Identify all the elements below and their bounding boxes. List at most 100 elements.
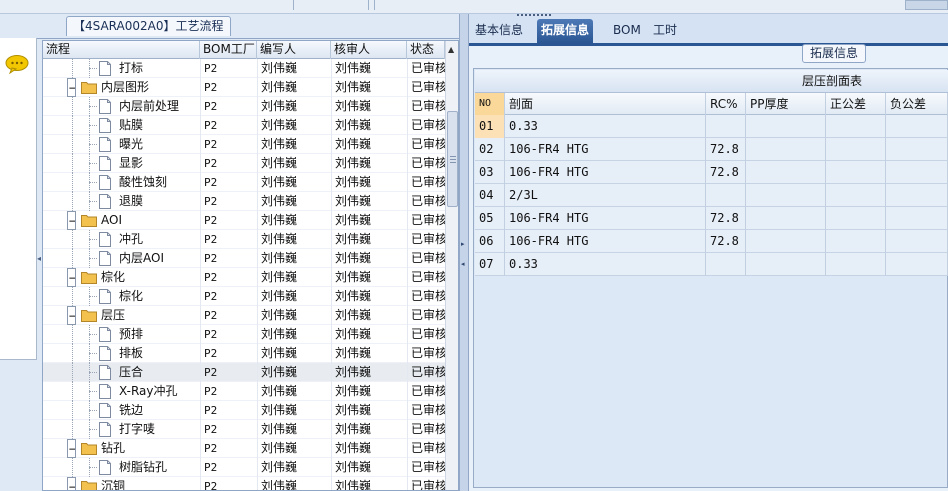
tree-row[interactable]: 排板 P2 刘伟巍 刘伟巍 已审核	[43, 344, 445, 363]
row-number-cell[interactable]: 04	[475, 184, 505, 207]
col-header-rc[interactable]: RC%	[706, 93, 746, 115]
process-grid-scrollbar[interactable]: ▲	[445, 41, 458, 490]
scroll-thumb[interactable]	[447, 111, 458, 207]
tree-row[interactable]: 曝光 P2 刘伟巍 刘伟巍 已审核	[43, 135, 445, 154]
negative-tolerance-cell[interactable]	[886, 161, 948, 184]
profile-cell[interactable]: 106-FR4 HTG	[505, 138, 706, 161]
negative-tolerance-cell[interactable]	[886, 138, 948, 161]
collapse-toggle-icon[interactable]: −	[67, 268, 76, 287]
rc-percent-cell[interactable]: 72.8	[706, 230, 746, 253]
rc-percent-cell[interactable]: 72.8	[706, 207, 746, 230]
tree-row[interactable]: 铣边 P2 刘伟巍 刘伟巍 已审核	[43, 401, 445, 420]
tree-row[interactable]: 棕化 P2 刘伟巍 刘伟巍 已审核	[43, 287, 445, 306]
col-header-pp-thickness[interactable]: PP厚度	[746, 93, 826, 115]
tree-row[interactable]: −AOIP2刘伟巍刘伟巍已审核	[43, 211, 445, 230]
process-pane-title[interactable]: 【4SARA002A0】工艺流程	[66, 16, 231, 36]
rc-percent-cell[interactable]	[706, 115, 746, 138]
drag-handle-icon[interactable]	[517, 14, 551, 18]
tree-row[interactable]: X-Ray冲孔 P2 刘伟巍 刘伟巍 已审核	[43, 382, 445, 401]
profile-cell[interactable]: 2/3L	[505, 184, 706, 207]
rc-percent-cell[interactable]	[706, 184, 746, 207]
table-row[interactable]: 02 106-FR4 HTG 72.8	[475, 138, 948, 161]
rc-percent-cell[interactable]	[706, 253, 746, 276]
pp-thickness-cell[interactable]	[746, 161, 826, 184]
tree-row[interactable]: −沉铜P2刘伟巍刘伟巍已审核	[43, 477, 445, 490]
tab-basic-info[interactable]: 基本信息	[471, 19, 527, 43]
negative-tolerance-cell[interactable]	[886, 115, 948, 138]
pp-thickness-cell[interactable]	[746, 138, 826, 161]
tree-row[interactable]: 显影 P2 刘伟巍 刘伟巍 已审核	[43, 154, 445, 173]
col-header-positive-tolerance[interactable]: 正公差	[826, 93, 886, 115]
positive-tolerance-cell[interactable]	[826, 184, 886, 207]
pp-thickness-cell[interactable]	[746, 207, 826, 230]
pp-thickness-cell[interactable]	[746, 184, 826, 207]
scroll-up-arrow-icon[interactable]: ▲	[448, 45, 454, 54]
tab-work-hours[interactable]: 工时	[649, 19, 681, 43]
top-scroll-knob[interactable]	[905, 0, 948, 10]
tree-row[interactable]: 酸性蚀刻 P2 刘伟巍 刘伟巍 已审核	[43, 173, 445, 192]
col-header-negative-tolerance[interactable]: 负公差	[886, 93, 948, 115]
collapse-toggle-icon[interactable]: −	[67, 306, 76, 325]
tree-row[interactable]: 树脂钻孔 P2 刘伟巍 刘伟巍 已审核	[43, 458, 445, 477]
profile-cell[interactable]: 106-FR4 HTG	[505, 161, 706, 184]
table-row[interactable]: 01 0.33	[475, 115, 948, 138]
tree-row[interactable]: 贴膜 P2 刘伟巍 刘伟巍 已审核	[43, 116, 445, 135]
tree-row[interactable]: −层压P2刘伟巍刘伟巍已审核	[43, 306, 445, 325]
row-number-cell[interactable]: 03	[475, 161, 505, 184]
profile-cell[interactable]: 0.33	[505, 115, 706, 138]
negative-tolerance-cell[interactable]	[886, 207, 948, 230]
col-header-bom[interactable]: BOM工厂	[200, 41, 257, 59]
col-header-no[interactable]: NO	[475, 93, 505, 115]
collapse-toggle-icon[interactable]: −	[67, 439, 76, 458]
table-row[interactable]: 07 0.33	[475, 253, 948, 276]
pp-thickness-cell[interactable]	[746, 230, 826, 253]
negative-tolerance-cell[interactable]	[886, 184, 948, 207]
table-row[interactable]: 03 106-FR4 HTG 72.8	[475, 161, 948, 184]
col-header-writer[interactable]: 编写人	[257, 41, 331, 59]
tree-row[interactable]: −内层图形P2刘伟巍刘伟巍已审核	[43, 78, 445, 97]
negative-tolerance-cell[interactable]	[886, 230, 948, 253]
profile-cell[interactable]: 106-FR4 HTG	[505, 207, 706, 230]
rc-percent-cell[interactable]: 72.8	[706, 161, 746, 184]
positive-tolerance-cell[interactable]	[826, 230, 886, 253]
tab-bom[interactable]: BOM	[609, 19, 645, 43]
positive-tolerance-cell[interactable]	[826, 161, 886, 184]
collapse-toggle-icon[interactable]: −	[67, 78, 76, 97]
row-number-cell[interactable]: 05	[475, 207, 505, 230]
table-row[interactable]: 05 106-FR4 HTG 72.8	[475, 207, 948, 230]
positive-tolerance-cell[interactable]	[826, 138, 886, 161]
col-header-profile[interactable]: 剖面	[505, 93, 706, 115]
tree-row[interactable]: 内层AOI P2 刘伟巍 刘伟巍 已审核	[43, 249, 445, 268]
splitter-left-arrow-icon[interactable]: ◂	[461, 260, 465, 268]
tree-row[interactable]: −棕化P2刘伟巍刘伟巍已审核	[43, 268, 445, 287]
row-number-cell[interactable]: 01	[475, 115, 505, 138]
row-number-cell[interactable]: 02	[475, 138, 505, 161]
table-row[interactable]: 04 2/3L	[475, 184, 948, 207]
tree-row[interactable]: 冲孔 P2 刘伟巍 刘伟巍 已审核	[43, 230, 445, 249]
pp-thickness-cell[interactable]	[746, 115, 826, 138]
tree-row[interactable]: 预排 P2 刘伟巍 刘伟巍 已审核	[43, 325, 445, 344]
positive-tolerance-cell[interactable]	[826, 115, 886, 138]
negative-tolerance-cell[interactable]	[886, 253, 948, 276]
tree-row[interactable]: −钻孔P2刘伟巍刘伟巍已审核	[43, 439, 445, 458]
tab-extended-info[interactable]: 拓展信息	[537, 19, 594, 43]
col-header-process[interactable]: 流程	[43, 41, 200, 59]
profile-cell[interactable]: 0.33	[505, 253, 706, 276]
pp-thickness-cell[interactable]	[746, 253, 826, 276]
row-number-cell[interactable]: 06	[475, 230, 505, 253]
positive-tolerance-cell[interactable]	[826, 253, 886, 276]
collapse-toggle-icon[interactable]: −	[67, 477, 76, 490]
profile-cell[interactable]: 106-FR4 HTG	[505, 230, 706, 253]
rc-percent-cell[interactable]: 72.8	[706, 138, 746, 161]
pane-splitter[interactable]: ◂ ▸	[459, 14, 469, 491]
positive-tolerance-cell[interactable]	[826, 207, 886, 230]
tree-row[interactable]: 打标 P2 刘伟巍 刘伟巍 已审核	[43, 59, 445, 78]
row-number-cell[interactable]: 07	[475, 253, 505, 276]
collapse-toggle-icon[interactable]: −	[67, 211, 76, 230]
tree-row[interactable]: 内层前处理 P2 刘伟巍 刘伟巍 已审核	[43, 97, 445, 116]
tree-row[interactable]: 退膜 P2 刘伟巍 刘伟巍 已审核	[43, 192, 445, 211]
chat-bubble-icon[interactable]	[4, 54, 30, 74]
col-header-status[interactable]: 状态	[407, 41, 445, 59]
col-header-reviewer[interactable]: 核审人	[331, 41, 407, 59]
table-row[interactable]: 06 106-FR4 HTG 72.8	[475, 230, 948, 253]
